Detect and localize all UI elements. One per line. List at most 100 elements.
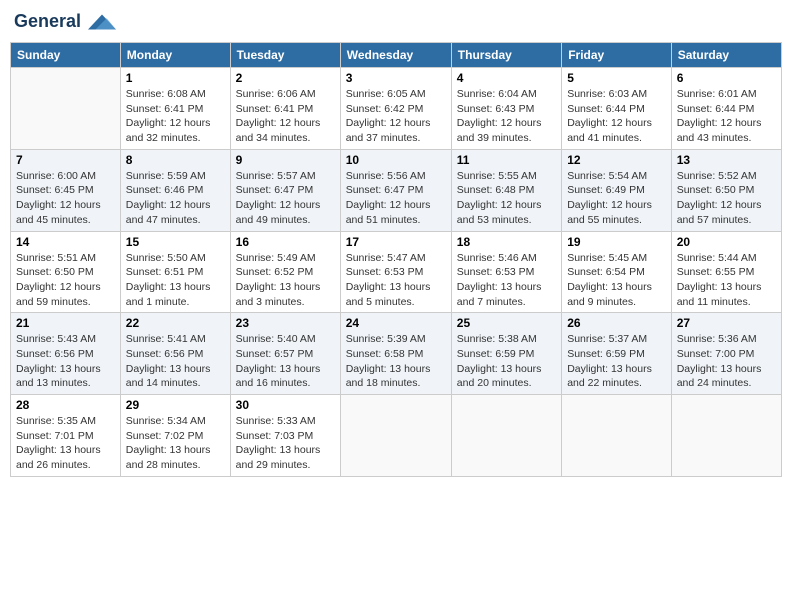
day-info: Sunrise: 5:43 AM Sunset: 6:56 PM Dayligh… <box>16 332 115 391</box>
day-number: 1 <box>126 71 225 85</box>
day-number: 8 <box>126 153 225 167</box>
day-info: Sunrise: 6:06 AM Sunset: 6:41 PM Dayligh… <box>236 87 335 146</box>
calendar-cell: 9Sunrise: 5:57 AM Sunset: 6:47 PM Daylig… <box>230 149 340 231</box>
page-header: General <box>10 10 782 34</box>
day-number: 16 <box>236 235 335 249</box>
day-number: 28 <box>16 398 115 412</box>
day-number: 22 <box>126 316 225 330</box>
day-number: 9 <box>236 153 335 167</box>
day-info: Sunrise: 5:41 AM Sunset: 6:56 PM Dayligh… <box>126 332 225 391</box>
day-info: Sunrise: 6:04 AM Sunset: 6:43 PM Dayligh… <box>457 87 556 146</box>
day-info: Sunrise: 5:37 AM Sunset: 6:59 PM Dayligh… <box>567 332 666 391</box>
calendar-cell: 13 Sunrise: 5:52 AM Sunset: 6:50 PM Dayli… <box>671 149 781 231</box>
day-info: Sunrise: 6:01 AM Sunset: 6:44 PM Dayligh… <box>677 87 776 146</box>
day-number: 29 <box>126 398 225 412</box>
calendar-week-2: 7 Sunrise: 6:00 AM Sunset: 6:45 PM Daylig… <box>11 149 782 231</box>
day-info: Sunrise: 5:35 AM Sunset: 7:01 PM Dayligh… <box>16 414 115 473</box>
calendar-cell <box>11 68 121 150</box>
calendar-cell: 30 Sunrise: 5:33 AM Sunset: 7:03 PM Dayli… <box>230 395 340 477</box>
day-info: Sunrise: 5:51 AM Sunset: 6:50 PM Dayligh… <box>16 251 115 310</box>
calendar-cell: 4 Sunrise: 6:04 AM Sunset: 6:43 PM Daylig… <box>451 68 561 150</box>
day-number: 5 <box>567 71 666 85</box>
logo-text: General <box>14 10 116 34</box>
calendar-week-1: 1 Sunrise: 6:08 AM Sunset: 6:41 PM Daylig… <box>11 68 782 150</box>
day-number: 23 <box>236 316 335 330</box>
weekday-friday: Friday <box>562 43 672 68</box>
calendar-cell: 5 Sunrise: 6:03 AM Sunset: 6:44 PM Daylig… <box>562 68 672 150</box>
calendar-cell: 2 Sunrise: 6:06 AM Sunset: 6:41 PM Daylig… <box>230 68 340 150</box>
calendar-cell: 3Sunrise: 6:05 AM Sunset: 6:42 PM Daylig… <box>340 68 451 150</box>
day-info: Sunrise: 5:33 AM Sunset: 7:03 PM Dayligh… <box>236 414 335 473</box>
calendar-cell <box>562 395 672 477</box>
day-info: Sunrise: 6:03 AM Sunset: 6:44 PM Dayligh… <box>567 87 666 146</box>
day-info: Sunrise: 5:52 AM Sunset: 6:50 PM Dayligh… <box>677 169 776 228</box>
calendar-cell: 18 Sunrise: 5:46 AM Sunset: 6:53 PM Dayli… <box>451 231 561 313</box>
day-info: Sunrise: 5:54 AM Sunset: 6:49 PM Dayligh… <box>567 169 666 228</box>
calendar-cell: 19 Sunrise: 5:45 AM Sunset: 6:54 PM Dayli… <box>562 231 672 313</box>
day-number: 2 <box>236 71 335 85</box>
calendar-cell: 28 Sunrise: 5:35 AM Sunset: 7:01 PM Dayli… <box>11 395 121 477</box>
day-info: Sunrise: 5:38 AM Sunset: 6:59 PM Dayligh… <box>457 332 556 391</box>
day-number: 13 <box>677 153 776 167</box>
weekday-sunday: Sunday <box>11 43 121 68</box>
day-number: 25 <box>457 316 556 330</box>
day-info: Sunrise: 5:40 AM Sunset: 6:57 PM Dayligh… <box>236 332 335 391</box>
day-number: 15 <box>126 235 225 249</box>
day-number: 4 <box>457 71 556 85</box>
weekday-header-row: SundayMondayTuesdayWednesdayThursdayFrid… <box>11 43 782 68</box>
day-info: Sunrise: 6:00 AM Sunset: 6:45 PM Dayligh… <box>16 169 115 228</box>
calendar-cell: 24Sunrise: 5:39 AM Sunset: 6:58 PM Dayli… <box>340 313 451 395</box>
calendar-cell: 25 Sunrise: 5:38 AM Sunset: 6:59 PM Dayli… <box>451 313 561 395</box>
day-number: 24 <box>346 316 446 330</box>
calendar-cell: 27 Sunrise: 5:36 AM Sunset: 7:00 PM Dayli… <box>671 313 781 395</box>
calendar-cell: 22 Sunrise: 5:41 AM Sunset: 6:56 PM Dayli… <box>120 313 230 395</box>
day-info: Sunrise: 5:46 AM Sunset: 6:53 PM Dayligh… <box>457 251 556 310</box>
calendar-cell: 1 Sunrise: 6:08 AM Sunset: 6:41 PM Daylig… <box>120 68 230 150</box>
calendar-body: 1 Sunrise: 6:08 AM Sunset: 6:41 PM Daylig… <box>11 68 782 477</box>
day-number: 6 <box>677 71 776 85</box>
weekday-tuesday: Tuesday <box>230 43 340 68</box>
day-info: Sunrise: 6:08 AM Sunset: 6:41 PM Dayligh… <box>126 87 225 146</box>
day-info: Sunrise: 5:56 AM Sunset: 6:47 PM Dayligh… <box>346 169 446 228</box>
calendar-cell: 20Sunrise: 5:44 AM Sunset: 6:55 PM Dayli… <box>671 231 781 313</box>
day-number: 7 <box>16 153 115 167</box>
calendar-cell <box>671 395 781 477</box>
calendar-cell: 8 Sunrise: 5:59 AM Sunset: 6:46 PM Daylig… <box>120 149 230 231</box>
day-number: 17 <box>346 235 446 249</box>
calendar-cell: 26Sunrise: 5:37 AM Sunset: 6:59 PM Dayli… <box>562 313 672 395</box>
day-number: 10 <box>346 153 446 167</box>
day-number: 19 <box>567 235 666 249</box>
day-number: 12 <box>567 153 666 167</box>
day-number: 20 <box>677 235 776 249</box>
calendar-cell <box>340 395 451 477</box>
calendar-cell: 15 Sunrise: 5:50 AM Sunset: 6:51 PM Dayli… <box>120 231 230 313</box>
day-info: Sunrise: 5:45 AM Sunset: 6:54 PM Dayligh… <box>567 251 666 310</box>
day-info: Sunrise: 5:59 AM Sunset: 6:46 PM Dayligh… <box>126 169 225 228</box>
day-number: 14 <box>16 235 115 249</box>
day-info: Sunrise: 5:49 AM Sunset: 6:52 PM Dayligh… <box>236 251 335 310</box>
calendar-table: SundayMondayTuesdayWednesdayThursdayFrid… <box>10 42 782 477</box>
calendar-cell: 17 Sunrise: 5:47 AM Sunset: 6:53 PM Dayli… <box>340 231 451 313</box>
calendar-cell: 16 Sunrise: 5:49 AM Sunset: 6:52 PM Dayli… <box>230 231 340 313</box>
day-number: 27 <box>677 316 776 330</box>
day-info: Sunrise: 5:47 AM Sunset: 6:53 PM Dayligh… <box>346 251 446 310</box>
calendar-cell: 14 Sunrise: 5:51 AM Sunset: 6:50 PM Dayli… <box>11 231 121 313</box>
day-number: 11 <box>457 153 556 167</box>
day-info: Sunrise: 5:50 AM Sunset: 6:51 PM Dayligh… <box>126 251 225 310</box>
logo: General <box>14 10 116 34</box>
day-info: Sunrise: 5:36 AM Sunset: 7:00 PM Dayligh… <box>677 332 776 391</box>
weekday-wednesday: Wednesday <box>340 43 451 68</box>
weekday-monday: Monday <box>120 43 230 68</box>
calendar-cell: 29 Sunrise: 5:34 AM Sunset: 7:02 PM Dayli… <box>120 395 230 477</box>
day-info: Sunrise: 5:55 AM Sunset: 6:48 PM Dayligh… <box>457 169 556 228</box>
day-number: 30 <box>236 398 335 412</box>
calendar-cell: 7 Sunrise: 6:00 AM Sunset: 6:45 PM Daylig… <box>11 149 121 231</box>
calendar-cell: 10 Sunrise: 5:56 AM Sunset: 6:47 PM Dayli… <box>340 149 451 231</box>
day-info: Sunrise: 6:05 AM Sunset: 6:42 PM Dayligh… <box>346 87 446 146</box>
calendar-week-5: 28 Sunrise: 5:35 AM Sunset: 7:01 PM Dayli… <box>11 395 782 477</box>
calendar-week-3: 14 Sunrise: 5:51 AM Sunset: 6:50 PM Dayli… <box>11 231 782 313</box>
day-number: 18 <box>457 235 556 249</box>
calendar-cell: 11 Sunrise: 5:55 AM Sunset: 6:48 PM Dayli… <box>451 149 561 231</box>
day-info: Sunrise: 5:34 AM Sunset: 7:02 PM Dayligh… <box>126 414 225 473</box>
calendar-cell <box>451 395 561 477</box>
